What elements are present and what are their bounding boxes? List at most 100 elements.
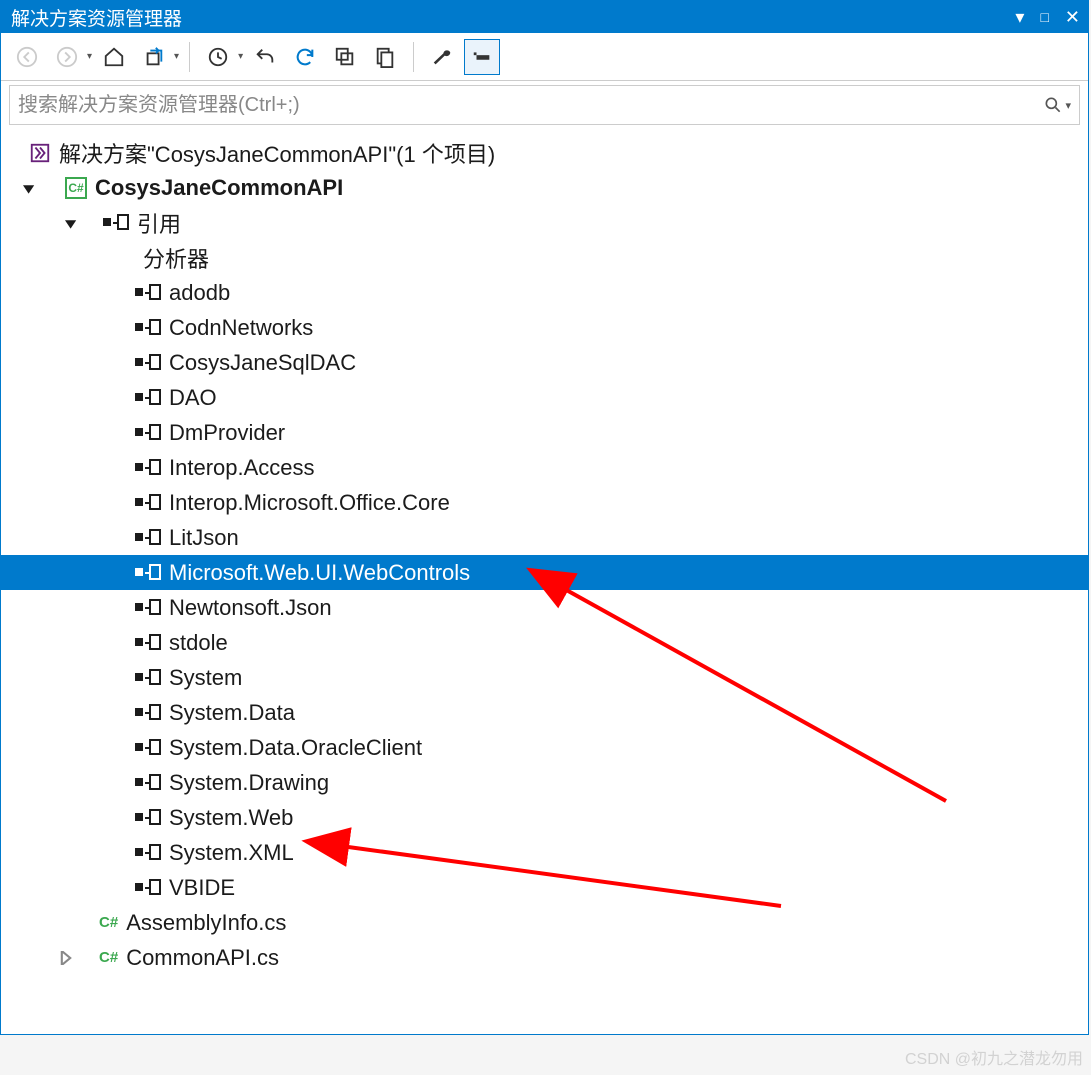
reference-icon <box>135 319 161 337</box>
solution-explorer-window: 解决方案资源管理器 ▾ □ ✕ ▾ ▾ ▾ <box>0 0 1089 1035</box>
reference-icon <box>135 564 161 582</box>
reference-label: System.XML <box>169 840 294 866</box>
reference-icon <box>135 599 161 617</box>
collapse-all-button[interactable] <box>327 39 363 75</box>
solution-label: 解决方案"CosysJaneCommonAPI"(1 个项目) <box>59 137 495 169</box>
watermark: CSDN @初九之潜龙勿用 <box>905 1045 1083 1069</box>
reference-item[interactable]: System.Data <box>1 695 1088 730</box>
reference-item[interactable]: adodb <box>1 275 1088 310</box>
back-button[interactable] <box>9 39 45 75</box>
reference-icon <box>135 844 161 862</box>
window-options-icon[interactable]: ▾ <box>1011 7 1028 28</box>
reference-item[interactable]: System.Drawing <box>1 765 1088 800</box>
window-controls: ▾ □ ✕ <box>1011 7 1084 28</box>
file-item[interactable]: C#AssemblyInfo.cs <box>1 905 1088 940</box>
reference-icon <box>135 739 161 757</box>
reference-icon <box>135 459 161 477</box>
reference-icon <box>135 704 161 722</box>
properties-button[interactable] <box>424 39 460 75</box>
reference-label: adodb <box>169 280 230 306</box>
sync-button[interactable] <box>136 39 172 75</box>
search-bar: ▾ <box>9 85 1080 125</box>
reference-item[interactable]: Microsoft.Web.UI.WebControls <box>1 555 1088 590</box>
csharp-file-icon: C# <box>99 949 118 966</box>
references-node[interactable]: 引用 <box>1 205 1088 240</box>
reference-item[interactable]: CodnNetworks <box>1 310 1088 345</box>
file-label: CommonAPI.cs <box>126 945 279 971</box>
reference-icon <box>135 389 161 407</box>
search-icon[interactable]: ▾ <box>1043 95 1071 115</box>
reference-label: Interop.Microsoft.Office.Core <box>169 490 450 516</box>
forward-button[interactable] <box>49 39 85 75</box>
reference-label: VBIDE <box>169 875 235 901</box>
reference-label: System.Data.OracleClient <box>169 735 422 761</box>
reference-label: Newtonsoft.Json <box>169 595 332 621</box>
analyzer-node[interactable]: 分析器 <box>1 240 1088 275</box>
reference-label: Microsoft.Web.UI.WebControls <box>169 560 470 586</box>
undo-button[interactable] <box>247 39 283 75</box>
solution-node[interactable]: 解决方案"CosysJaneCommonAPI"(1 个项目) <box>1 135 1088 170</box>
expander-open-icon[interactable] <box>21 179 39 197</box>
file-item[interactable]: C# CommonAPI.cs <box>1 940 1088 975</box>
reference-item[interactable]: VBIDE <box>1 870 1088 905</box>
toolbar-separator <box>189 42 190 72</box>
references-icon <box>103 214 129 232</box>
reference-icon <box>135 809 161 827</box>
reference-item[interactable]: Newtonsoft.Json <box>1 590 1088 625</box>
reference-label: CosysJaneSqlDAC <box>169 350 356 376</box>
reference-item[interactable]: DmProvider <box>1 415 1088 450</box>
reference-label: CodnNetworks <box>169 315 313 341</box>
reference-label: System.Web <box>169 805 293 831</box>
reference-label: System.Data <box>169 700 295 726</box>
sync-dropdown[interactable]: ▾ <box>174 51 179 62</box>
reference-icon <box>135 494 161 512</box>
search-input[interactable] <box>18 94 1043 117</box>
solution-tree[interactable]: 解决方案"CosysJaneCommonAPI"(1 个项目) C# Cosys… <box>1 131 1088 1034</box>
reference-item[interactable]: System.Web <box>1 800 1088 835</box>
expander-open-icon[interactable] <box>63 214 81 232</box>
reference-icon <box>135 774 161 792</box>
home-button[interactable] <box>96 39 132 75</box>
reference-label: stdole <box>169 630 228 656</box>
reference-label: DAO <box>169 385 217 411</box>
reference-icon <box>135 284 161 302</box>
reference-item[interactable]: Interop.Microsoft.Office.Core <box>1 485 1088 520</box>
reference-label: System.Drawing <box>169 770 329 796</box>
pending-changes-button[interactable] <box>200 39 236 75</box>
reference-label: LitJson <box>169 525 239 551</box>
toolbar: ▾ ▾ ▾ <box>1 33 1088 81</box>
pending-dropdown[interactable]: ▾ <box>238 51 243 62</box>
show-all-files-button[interactable] <box>367 39 403 75</box>
nav-history-dropdown[interactable]: ▾ <box>87 51 92 62</box>
expander-closed-icon[interactable] <box>57 949 75 967</box>
preview-button[interactable] <box>464 39 500 75</box>
reference-label: System <box>169 665 242 691</box>
project-node[interactable]: C# CosysJaneCommonAPI <box>1 170 1088 205</box>
reference-label: DmProvider <box>169 420 285 446</box>
maximize-icon[interactable]: □ <box>1036 9 1052 25</box>
reference-label: Interop.Access <box>169 455 315 481</box>
reference-item[interactable]: CosysJaneSqlDAC <box>1 345 1088 380</box>
toolbar-separator <box>413 42 414 72</box>
close-icon[interactable]: ✕ <box>1061 7 1084 28</box>
reference-item[interactable]: Interop.Access <box>1 450 1088 485</box>
reference-item[interactable]: System.Data.OracleClient <box>1 730 1088 765</box>
reference-item[interactable]: System.XML <box>1 835 1088 870</box>
solution-icon <box>29 142 51 164</box>
window-title: 解决方案资源管理器 <box>11 4 182 31</box>
analyzer-label: 分析器 <box>143 242 209 274</box>
reference-icon <box>135 879 161 897</box>
titlebar: 解决方案资源管理器 ▾ □ ✕ <box>1 1 1088 33</box>
reference-item[interactable]: stdole <box>1 625 1088 660</box>
reference-item[interactable]: LitJson <box>1 520 1088 555</box>
reference-icon <box>135 669 161 687</box>
references-label: 引用 <box>137 207 181 239</box>
reference-item[interactable]: DAO <box>1 380 1088 415</box>
reference-icon <box>135 354 161 372</box>
csharp-file-icon: C# <box>99 914 118 931</box>
csharp-project-icon: C# <box>65 177 87 199</box>
reference-icon <box>135 634 161 652</box>
reference-icon <box>135 529 161 547</box>
reference-item[interactable]: System <box>1 660 1088 695</box>
refresh-button[interactable] <box>287 39 323 75</box>
